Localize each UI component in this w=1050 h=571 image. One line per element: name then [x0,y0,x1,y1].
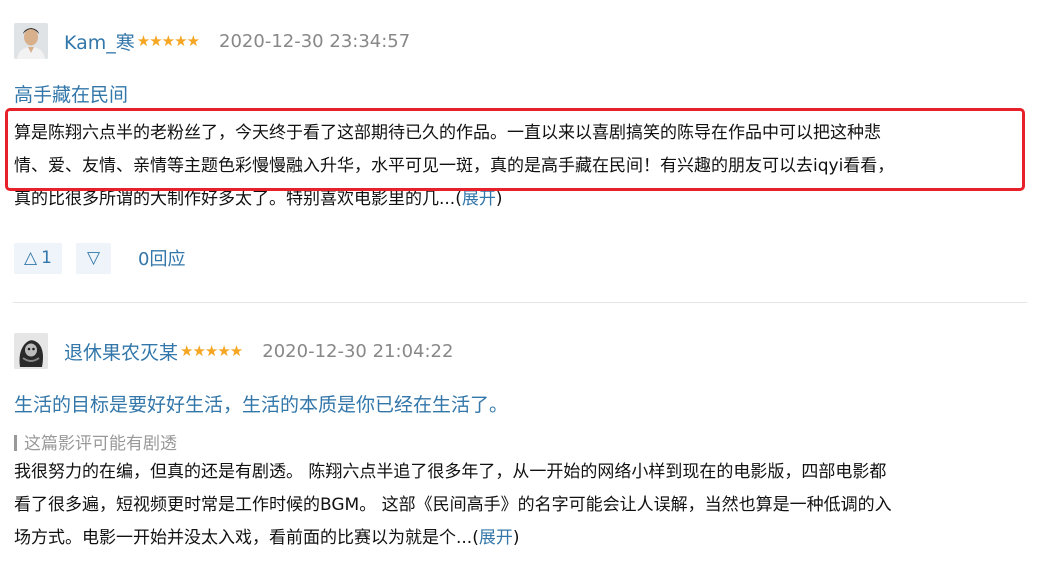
review-time: 2020-12-30 23:34:57 [219,30,411,52]
review-header: Kam_寒 ★★★★★ 2020-12-30 23:34:57 [14,23,410,59]
review-content-line: 我很努力的在编，但真的还是有剧透。 陈翔六点半追了很多年了，从一开始的网络小样到… [14,462,887,482]
useful-count: 1 [41,248,52,268]
review-content-text: 真的比很多所谓的大制作好多太了。特别喜欢电影里的几... [14,189,456,209]
spoiler-bar [14,435,17,451]
username[interactable]: 退休果农灭某 [64,338,178,365]
rating-stars: ★★★★★ [136,32,200,50]
vote-up-icon: △ [24,248,38,268]
vote-down-button[interactable]: ▽ [76,242,111,274]
user-avatar-icon [14,23,48,59]
highlight-box [5,108,1025,191]
review-title[interactable]: 生活的目标是要好好生活，生活的本质是你已经在生活了。 [14,390,508,417]
review-content: 我很努力的在编，但真的还是有剧透。 陈翔六点半追了很多年了，从一开始的网络小样到… [14,456,1024,555]
review-content-text: 场方式。电影一开始并没太入戏，看前面的比赛以为就是个... [14,528,473,548]
divider [13,302,1027,303]
review-actions: △ 1 ▽ 0回应 [14,242,185,274]
vote-up-button[interactable]: △ 1 [14,242,62,274]
reply-link[interactable]: 0回应 [138,245,185,271]
review-title[interactable]: 高手藏在民间 [14,80,128,107]
avatar[interactable] [14,23,48,59]
vote-down-icon: ▽ [86,248,101,268]
review-time: 2020-12-30 21:04:22 [262,340,454,362]
review-content-line: 看了很多遍，短视频更时常是工作时候的BGM。 这部《民间高手》的名字可能会让人误… [14,495,892,515]
expand-link[interactable]: 展开 [462,189,496,209]
review-header: 退休果农灭某 ★★★★★ 2020-12-30 21:04:22 [14,333,453,369]
spoiler-warning: 这篇影评可能有剧透 [14,429,177,454]
avatar[interactable] [14,333,48,369]
username[interactable]: Kam_寒 [64,28,135,55]
user-avatar-icon [14,333,48,369]
expand-link[interactable]: 展开 [479,528,513,548]
review-content-line: 场方式。电影一开始并没太入戏，看前面的比赛以为就是个...(展开) [14,528,520,548]
spoiler-text: 这篇影评可能有剧透 [24,434,177,454]
rating-stars: ★★★★★ [180,342,243,360]
